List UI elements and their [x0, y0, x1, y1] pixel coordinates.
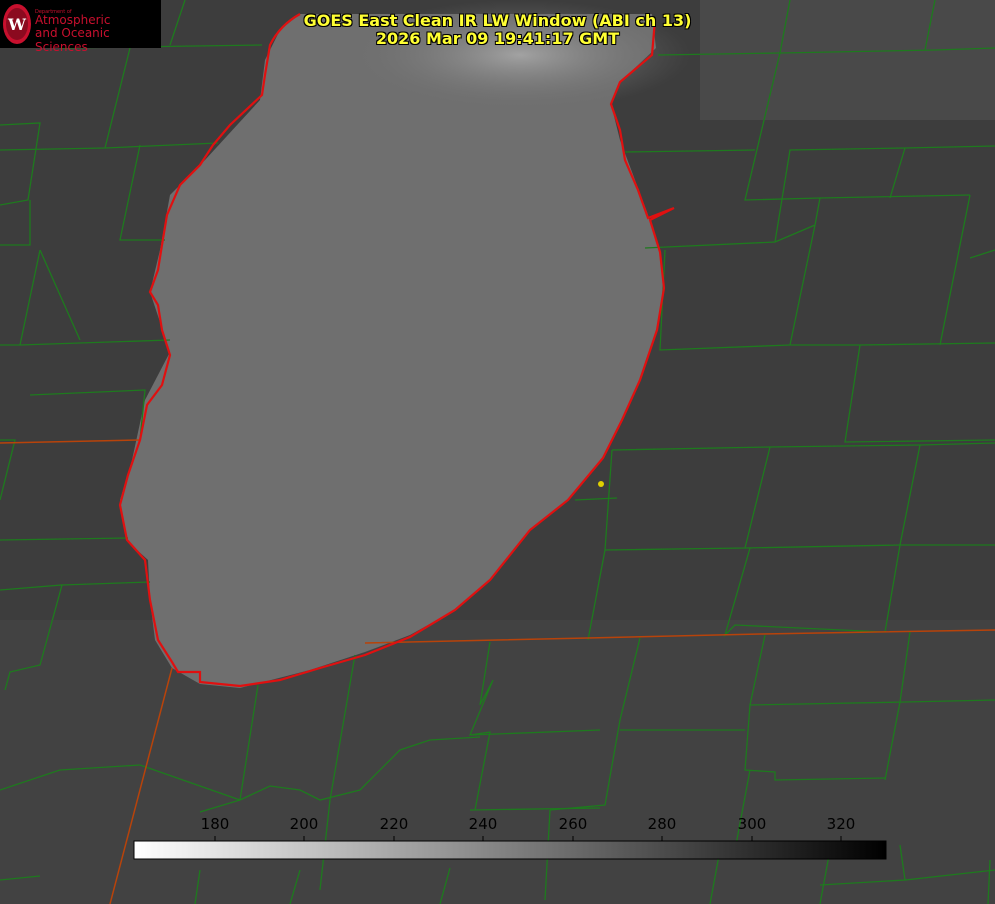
map-canvas	[0, 0, 995, 904]
colorbar-tick-label: 220	[379, 815, 409, 833]
colorbar-tick-label: 180	[200, 815, 230, 833]
satellite-map: 180 200 220 240 260 280 300 320 W Depart…	[0, 0, 995, 904]
station-marker	[598, 481, 604, 487]
colorbar-tick-label: 300	[737, 815, 767, 833]
colorbar-tick-label: 260	[558, 815, 588, 833]
colorbar-tick-label: 200	[289, 815, 319, 833]
colorbar-gradient	[133, 840, 887, 860]
colorbar-tick-label: 320	[826, 815, 856, 833]
colorbar-tick-label: 240	[468, 815, 498, 833]
image-timestamp: 2026 Mar 09 19:41:17 GMT	[375, 29, 620, 48]
colorbar-tick-label: 280	[647, 815, 677, 833]
land-lighter-south	[0, 620, 995, 904]
image-title: GOES East Clean IR LW Window (ABI ch 13)	[303, 11, 692, 30]
